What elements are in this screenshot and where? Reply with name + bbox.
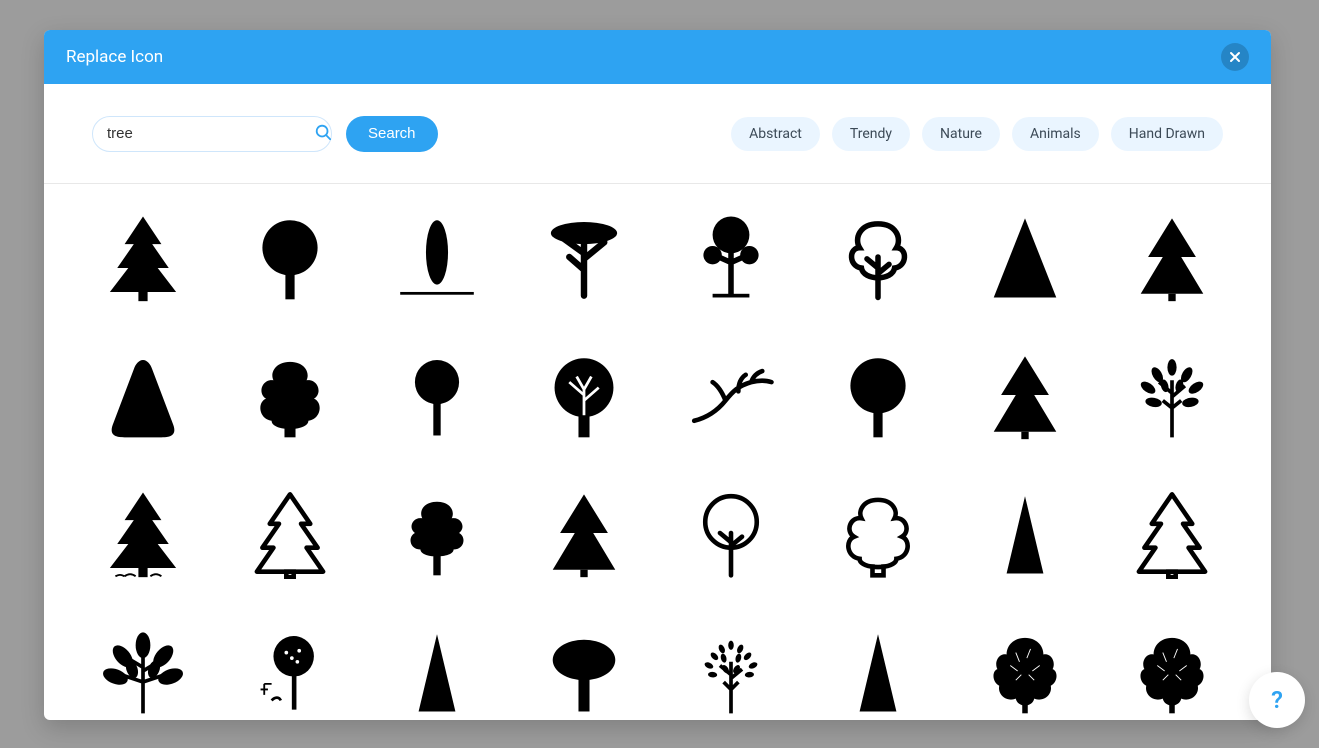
search-field-wrap[interactable] [92, 116, 332, 152]
pine-with-roots-icon[interactable] [84, 478, 203, 588]
detailed-round-tree-icon[interactable] [525, 340, 644, 450]
bonsai-tree-icon[interactable] [672, 202, 791, 312]
search-toolbar: Search Abstract Trendy Nature Animals Ha… [44, 84, 1271, 184]
leafy-tree-icon[interactable] [1112, 340, 1231, 450]
apple-tree-outline-icon[interactable] [672, 478, 791, 588]
chip-animals[interactable]: Animals [1012, 117, 1099, 151]
fir-tree-icon[interactable] [1112, 202, 1231, 312]
simple-pine-icon[interactable] [378, 616, 497, 720]
modal-header: Replace Icon [44, 30, 1271, 84]
cypress-tree-icon[interactable] [378, 202, 497, 312]
evergreen-tree-icon[interactable] [525, 478, 644, 588]
search-input[interactable] [107, 125, 306, 142]
close-button[interactable] [1221, 43, 1249, 71]
cloud-tree-icon[interactable] [378, 478, 497, 588]
search-group: Search [92, 116, 438, 152]
christmas-tree-outline-icon[interactable] [231, 478, 350, 588]
round-tree-outline-icon[interactable] [818, 202, 937, 312]
icon-grid [84, 202, 1231, 720]
oak-tree-outline-icon[interactable] [818, 478, 937, 588]
chip-hand-drawn[interactable]: Hand Drawn [1111, 117, 1223, 151]
tall-triangle-tree-icon[interactable] [818, 616, 937, 720]
chip-trendy[interactable]: Trendy [832, 117, 910, 151]
icon-grid-scroll[interactable] [44, 184, 1271, 720]
rounded-triangle-tree-icon[interactable] [84, 340, 203, 450]
lollipop-tree-icon[interactable] [378, 340, 497, 450]
savanna-tree-icon[interactable] [525, 202, 644, 312]
search-icon [314, 123, 332, 145]
bushy-tree-icon[interactable] [231, 340, 350, 450]
triangle-tree-icon[interactable] [965, 202, 1084, 312]
spruce-tree-icon[interactable] [965, 340, 1084, 450]
chip-abstract[interactable]: Abstract [731, 117, 820, 151]
narrow-tree-icon[interactable] [965, 478, 1084, 588]
music-tree-icon[interactable] [231, 616, 350, 720]
chip-nature[interactable]: Nature [922, 117, 1000, 151]
modal-title: Replace Icon [66, 47, 163, 67]
dotted-leaves-tree-icon[interactable] [672, 616, 791, 720]
broad-tree-icon[interactable] [525, 616, 644, 720]
branch-with-leaves-icon[interactable] [84, 616, 203, 720]
realistic-tree-icon[interactable] [965, 616, 1084, 720]
pine-tree-icon[interactable] [84, 202, 203, 312]
round-tree-stem-icon[interactable] [231, 202, 350, 312]
close-icon [1228, 50, 1242, 64]
category-chips: Abstract Trendy Nature Animals Hand Draw… [731, 117, 1223, 151]
replace-icon-modal: Replace Icon Search Abstract Trendy Natu… [44, 30, 1271, 720]
fir-tree-outline-icon[interactable] [1112, 478, 1231, 588]
textured-tree-icon[interactable] [1112, 616, 1231, 720]
bare-branch-icon[interactable] [672, 340, 791, 450]
simple-round-tree-icon[interactable] [818, 340, 937, 450]
search-button[interactable]: Search [346, 116, 438, 152]
help-button[interactable]: ? [1249, 672, 1305, 728]
